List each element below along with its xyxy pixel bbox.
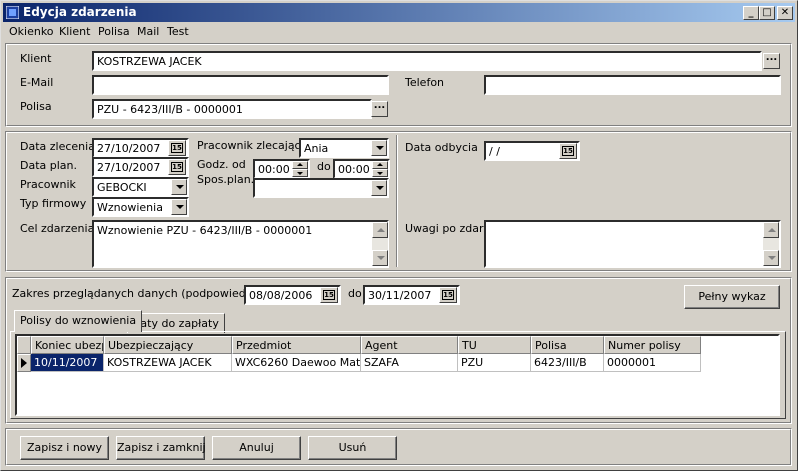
klient-field[interactable]: KOSTRZEWA JACEK (92, 51, 762, 71)
menu-mail[interactable]: Mail (137, 25, 159, 38)
pracownik-zlecajacy-dropdown-button[interactable] (371, 140, 387, 156)
maximize-icon: □ (762, 7, 772, 18)
col-header-polisa[interactable]: Polisa (531, 336, 604, 354)
close-button[interactable]: ✕ (777, 6, 793, 20)
spos-plan-label: Spos.plan. (197, 173, 255, 186)
klient-browse-button[interactable]: ... (763, 53, 780, 69)
typ-firmowy-label: Typ firmowy (20, 197, 87, 210)
minimize-button[interactable]: _ (743, 6, 759, 20)
range-od-calendar-button[interactable]: 15 (320, 287, 338, 303)
col-header-ubezpieczajacy[interactable]: Ubezpieczający (104, 336, 232, 354)
menu-polisa[interactable]: Polisa (98, 25, 130, 38)
menu-test[interactable]: Test (167, 25, 189, 38)
table-cell[interactable]: 6423/III/B (531, 354, 604, 372)
email-field[interactable] (92, 75, 389, 95)
menu-okienko[interactable]: Okienko (9, 25, 54, 38)
close-icon: ✕ (780, 7, 790, 18)
godz-od-spinner[interactable] (292, 161, 308, 177)
policies-grid[interactable]: Koniec ubezp. Ubezpieczający Przedmiot A… (15, 334, 780, 416)
table-cell[interactable]: PZU (458, 354, 531, 372)
calendar-icon: 15 (171, 143, 183, 153)
range-label: Zakres przeglądanych danych (podpowiedzi… (12, 287, 277, 300)
table-cell[interactable]: WXC6260 Daewoo Matiz (232, 354, 361, 372)
godz-od-label: Godz. od (197, 158, 246, 171)
cel-zdarzenia-label: Cel zdarzenia (20, 222, 95, 235)
dialog-window: Edycja zdarzenia _ □ ✕ Okienko Klient Po… (0, 0, 798, 471)
data-plan-calendar-button[interactable]: 15 (168, 159, 186, 175)
spos-plan-select[interactable] (253, 178, 389, 198)
calendar-icon: 15 (171, 162, 183, 172)
data-odbycia-label: Data odbycia (405, 141, 478, 154)
scroll-up-icon[interactable] (372, 222, 388, 238)
spos-plan-dropdown-button[interactable] (371, 180, 387, 196)
save-and-close-button[interactable]: Zapisz i zamknij (116, 436, 206, 460)
data-zlecenia-calendar-button[interactable]: 15 (168, 140, 186, 156)
minimize-icon: _ (748, 7, 754, 18)
grid-row-header-corner (17, 336, 31, 354)
menu-bar: Okienko Klient Polisa Mail Test (3, 23, 795, 41)
scroll-down-icon[interactable] (763, 250, 779, 266)
tab-polisy-do-wznowienia[interactable]: Polisy do wznowienia (14, 310, 143, 332)
scroll-up-icon[interactable] (763, 222, 779, 238)
cancel-button[interactable]: Anuluj (212, 436, 301, 460)
pracownik-dropdown-button[interactable] (171, 179, 187, 195)
cel-zdarzenia-textarea[interactable]: Wznowienie PZU - 6423/III/B - 0000001 (92, 220, 389, 268)
uwagi-textarea[interactable] (484, 220, 781, 268)
save-and-new-button[interactable]: Zapisz i nowy (20, 436, 109, 460)
telefon-field[interactable] (484, 75, 781, 95)
title-bar[interactable]: Edycja zdarzenia _ □ ✕ (3, 3, 795, 22)
table-cell[interactable]: SZAFA (361, 354, 458, 372)
godz-do-spinner[interactable] (372, 161, 388, 177)
col-header-przedmiot[interactable]: Przedmiot (232, 336, 361, 354)
data-plan-label: Data plan. (20, 159, 78, 172)
full-list-button[interactable]: Pełny wykaz (684, 285, 780, 309)
polisa-browse-button[interactable]: ... (371, 101, 388, 117)
table-cell[interactable]: 0000001 (604, 354, 701, 372)
menu-klient[interactable]: Klient (59, 25, 90, 38)
cel-scrollbar[interactable] (372, 222, 388, 266)
maximize-button[interactable]: □ (759, 6, 775, 20)
table-cell[interactable]: KOSTRZEWA JACEK (104, 354, 232, 372)
data-odbycia-calendar-button[interactable]: 15 (559, 143, 577, 159)
typ-firmowy-dropdown-button[interactable] (171, 199, 187, 215)
table-cell[interactable]: 10/11/2007 (31, 354, 104, 372)
window-title: Edycja zdarzenia (23, 5, 137, 19)
event-divider (396, 135, 398, 267)
calendar-icon: 15 (562, 146, 574, 156)
col-header-koniec[interactable]: Koniec ubezp. (31, 336, 104, 354)
calendar-icon: 15 (442, 290, 454, 300)
uwagi-scrollbar[interactable] (763, 222, 779, 266)
col-header-numer-polisy[interactable]: Numer polisy (604, 336, 701, 354)
range-do-calendar-button[interactable]: 15 (439, 287, 457, 303)
calendar-icon: 15 (323, 290, 335, 300)
col-header-agent[interactable]: Agent (361, 336, 458, 354)
app-icon (6, 6, 19, 19)
range-do-label: do (348, 287, 362, 300)
row-pointer-icon (21, 358, 27, 368)
email-label: E-Mail (20, 76, 54, 89)
pracownik-label: Pracownik (20, 178, 76, 191)
klient-label: Klient (20, 52, 52, 65)
scroll-down-icon[interactable] (372, 250, 388, 266)
col-header-tu[interactable]: TU (458, 336, 531, 354)
godz-do-label: do (317, 160, 331, 173)
uwagi-label: Uwagi po zdarz. (405, 222, 493, 235)
delete-button[interactable]: Usuń (308, 436, 397, 460)
pracownik-zlecajacy-label: Pracownik zlecający (197, 139, 308, 152)
polisa-label: Polisa (20, 100, 52, 113)
polisa-field[interactable]: PZU - 6423/III/B - 0000001 (92, 99, 372, 119)
data-zlecenia-label: Data zlecenia (20, 140, 95, 153)
row-indicator[interactable] (17, 354, 31, 372)
telefon-label: Telefon (405, 76, 445, 89)
